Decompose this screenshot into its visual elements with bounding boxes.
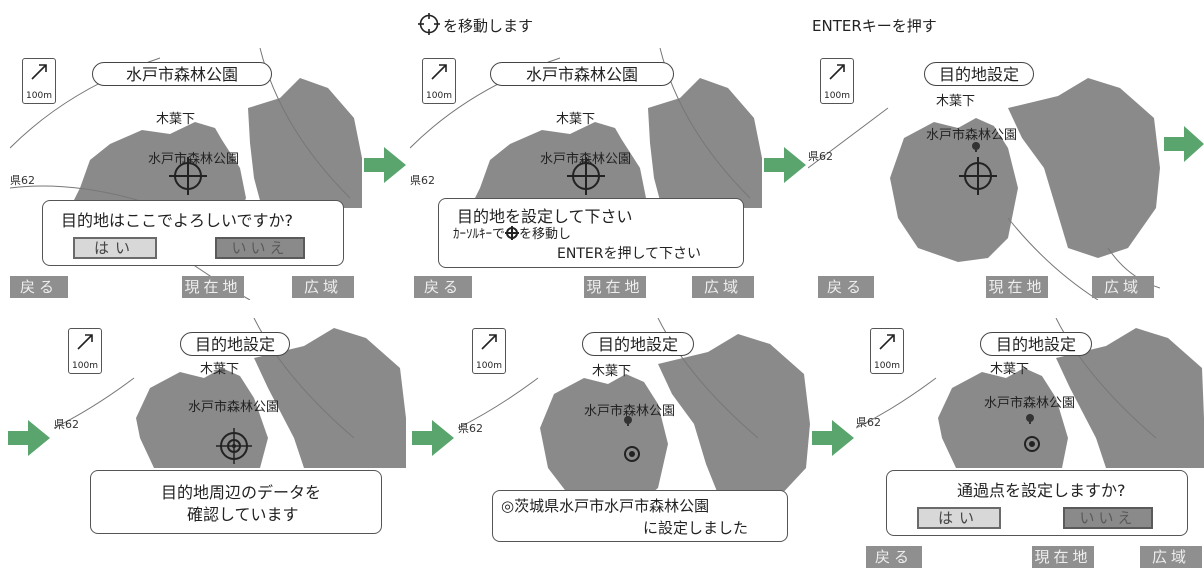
place-label-park: 水戸市森林公園 <box>926 128 1018 143</box>
north-scale-indicator: 100m <box>820 58 854 104</box>
north-arrow-icon <box>77 334 93 350</box>
north-arrow-icon <box>31 64 47 80</box>
flow-arrow-icon <box>8 420 50 456</box>
screen-title: 目的地設定 <box>924 62 1034 86</box>
back-button[interactable]: 戻る <box>414 276 472 298</box>
caption-press-enter: ENTERキーを押す <box>812 17 937 35</box>
north-scale-indicator: 100m <box>472 328 506 374</box>
instruction-dialog: 目的地を設定して下さい ｶｰｿﾙｷｰで を移動し ENTERを押して下さい <box>438 198 744 268</box>
place-label-park: 水戸市森林公園 <box>984 396 1076 411</box>
dialog-line-2: ｶｰｿﾙｷｰで を移動し <box>453 223 571 242</box>
screen-title: 目的地設定 <box>980 332 1092 356</box>
place-label-kibashita: 木葉下 <box>936 94 976 109</box>
place-label-park: 水戸市森林公園 <box>188 400 280 415</box>
scale-label: 100m <box>824 91 850 101</box>
dialog-line-2a: ｶｰｿﾙｷｰで <box>453 227 506 242</box>
cursor-key-icon <box>505 226 520 240</box>
flow-arrow-icon <box>364 147 406 183</box>
current-location-button[interactable]: 現在地 <box>182 276 244 298</box>
waypoint-dialog: 通過点を設定しますか? はい いいえ <box>886 470 1188 536</box>
result-dialog: ◎茨城県水戸市水戸市森林公園 に設定しました <box>492 490 788 542</box>
wide-area-button[interactable]: 広域 <box>1140 546 1202 568</box>
north-arrow-icon <box>481 334 497 350</box>
wide-area-button[interactable]: 広域 <box>1092 276 1154 298</box>
nav-screen-6: 100m 目的地設定 木葉下 水戸市森林公園 県62 通過点を設定しますか? は… <box>856 318 1204 570</box>
place-label-park: 水戸市森林公園 <box>584 404 676 419</box>
dialog-line-2: 確認しています <box>187 505 299 524</box>
nav-screen-5: 100m 目的地設定 木葉下 水戸市森林公園 県62 ◎茨城県水戸市水戸市森林公… <box>458 318 810 570</box>
back-button[interactable]: 戻る <box>818 276 874 298</box>
road-label: 県62 <box>458 422 483 435</box>
north-scale-indicator: 100m <box>68 328 102 374</box>
dialog-message: 通過点を設定しますか? <box>957 481 1126 500</box>
flow-arrow-icon <box>812 420 854 456</box>
current-location-button[interactable]: 現在地 <box>584 276 646 298</box>
yes-button[interactable]: はい <box>917 507 1001 529</box>
dialog-line-1: ◎茨城県水戸市水戸市森林公園 <box>501 497 710 515</box>
place-label-park: 水戸市森林公園 <box>148 152 240 167</box>
north-arrow-icon <box>879 334 895 350</box>
place-label-kibashita: 木葉下 <box>200 362 240 377</box>
road-label: 県62 <box>808 150 833 163</box>
north-scale-indicator: 100m <box>422 58 456 104</box>
road-label: 県62 <box>856 416 881 429</box>
road-label: 県62 <box>10 174 35 187</box>
current-location-button[interactable]: 現在地 <box>986 276 1048 298</box>
scale-label: 100m <box>874 361 900 371</box>
status-dialog: 目的地周辺のデータを 確認しています <box>90 470 382 534</box>
screen-title: 目的地設定 <box>582 332 694 356</box>
wide-area-button[interactable]: 広域 <box>692 276 754 298</box>
scale-label: 100m <box>476 361 502 371</box>
place-label-kibashita: 木葉下 <box>156 112 196 127</box>
wide-area-button[interactable]: 広域 <box>292 276 354 298</box>
road-label: 県62 <box>54 418 79 431</box>
place-label-kibashita: 木葉下 <box>592 364 632 379</box>
confirm-dialog: 目的地はここでよろしいですか? はい いいえ <box>42 200 344 266</box>
flow-arrow-icon <box>764 147 806 183</box>
scale-label: 100m <box>26 91 52 101</box>
flow-arrow-icon <box>1164 126 1204 162</box>
dialog-line-1: 目的地周辺のデータを <box>161 483 322 502</box>
north-arrow-icon <box>829 64 845 80</box>
dialog-line-2b: を移動し <box>519 227 572 242</box>
screen-title: 水戸市森林公園 <box>92 62 272 86</box>
dialog-line-2: に設定しました <box>643 519 749 537</box>
flow-arrow-icon <box>412 420 454 456</box>
back-button[interactable]: 戻る <box>866 546 922 568</box>
nav-screen-1: 100m 水戸市森林公園 木葉下 水戸市森林公園 県62 目的地はここでよろしい… <box>10 48 362 300</box>
scale-label: 100m <box>426 91 452 101</box>
caption-move-text: を移動します <box>443 17 534 35</box>
north-arrow-icon <box>431 64 447 80</box>
road-label: 県62 <box>410 174 435 187</box>
no-button[interactable]: いいえ <box>1063 507 1153 529</box>
current-location-button[interactable]: 現在地 <box>1032 546 1094 568</box>
dialog-line-3: ENTERを押して下さい <box>557 246 702 262</box>
nav-screen-4: 100m 目的地設定 木葉下 水戸市森林公園 県62 目的地周辺のデータを 確認… <box>54 318 406 570</box>
screen-title: 目的地設定 <box>180 332 290 356</box>
north-scale-indicator: 100m <box>22 58 56 104</box>
yes-button[interactable]: はい <box>73 237 157 259</box>
scale-label: 100m <box>72 361 98 371</box>
place-label-park: 水戸市森林公園 <box>540 152 632 167</box>
nav-screen-3: 100m 目的地設定 木葉下 水戸市森林公園 県62 戻る 現在地 広域 <box>808 48 1160 300</box>
cursor-icon <box>418 13 440 35</box>
screen-title: 水戸市森林公園 <box>490 62 674 86</box>
north-scale-indicator: 100m <box>870 328 904 374</box>
dialog-message: 目的地はここでよろしいですか? <box>61 211 294 230</box>
no-button[interactable]: いいえ <box>215 237 305 259</box>
caption-move-cursor: を移動します <box>418 13 533 36</box>
back-button[interactable]: 戻る <box>10 276 68 298</box>
place-label-kibashita: 木葉下 <box>556 112 596 127</box>
nav-screen-2: 100m 水戸市森林公園 木葉下 水戸市森林公園 県62 目的地を設定して下さい… <box>410 48 762 300</box>
place-label-kibashita: 木葉下 <box>990 362 1030 377</box>
